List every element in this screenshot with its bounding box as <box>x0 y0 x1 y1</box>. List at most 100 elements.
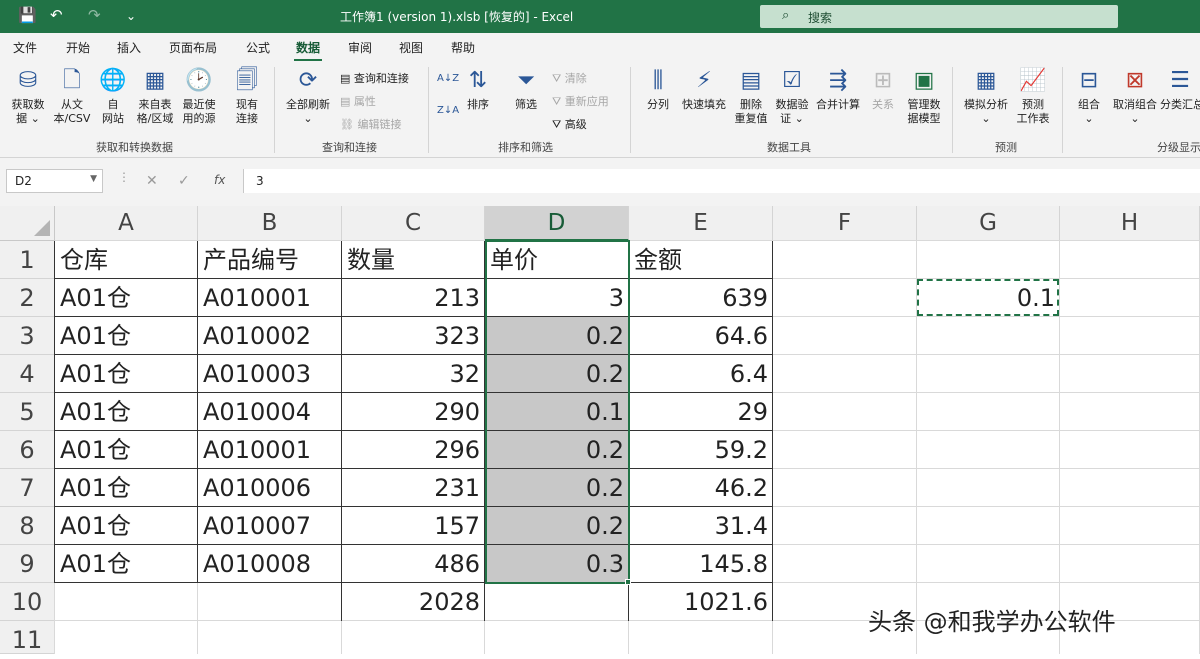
cell-a4[interactable]: A01仓 <box>55 355 198 393</box>
undo-icon[interactable]: ↶ <box>50 6 63 24</box>
cell-a1[interactable]: 仓库 <box>55 241 198 279</box>
cell-a7[interactable]: A01仓 <box>55 469 198 507</box>
filter-button[interactable]: ⏷ 筛选 <box>510 67 542 112</box>
row-header-2[interactable]: 2 <box>0 279 55 317</box>
recent-sources-button[interactable]: 🕑 最近使 用的源 <box>179 67 219 126</box>
spreadsheet-grid[interactable]: A B C D E F G H 1 2 3 4 5 6 7 8 9 10 11 … <box>0 206 1200 654</box>
flash-fill-button[interactable]: ⚡ 快速填充 <box>678 67 730 112</box>
cell-c1[interactable]: 数量 <box>342 241 485 279</box>
redo-icon[interactable]: ↷ <box>88 6 101 24</box>
cell-e8[interactable]: 31.4 <box>629 507 773 545</box>
relationships-button[interactable]: ⊞ 关系 <box>866 67 900 112</box>
cell-a3[interactable]: A01仓 <box>55 317 198 355</box>
cell-a8[interactable]: A01仓 <box>55 507 198 545</box>
column-header-f[interactable]: F <box>773 206 917 241</box>
cell-e9[interactable]: 145.8 <box>629 545 773 583</box>
cell-c6[interactable]: 296 <box>342 431 485 469</box>
cell-a6[interactable]: A01仓 <box>55 431 198 469</box>
what-if-analysis-button[interactable]: ▦ 模拟分析 ⌄ <box>961 67 1011 126</box>
search-input[interactable]: ⌕ 搜索 <box>760 5 1118 28</box>
cell-b8[interactable]: A010007 <box>198 507 342 545</box>
cell-a9[interactable]: A01仓 <box>55 545 198 583</box>
sort-button[interactable]: ⇅ 排序 <box>462 67 494 112</box>
formula-input[interactable]: 3 <box>243 169 1200 193</box>
cell-e5[interactable]: 29 <box>629 393 773 431</box>
enter-icon[interactable]: ✓ <box>178 173 190 189</box>
cell-c3[interactable]: 323 <box>342 317 485 355</box>
cell-c2[interactable]: 213 <box>342 279 485 317</box>
cell-b4[interactable]: A010003 <box>198 355 342 393</box>
tab-review[interactable]: 审阅 <box>348 39 372 56</box>
ungroup-button[interactable]: ⊠ 取消组合 ⌄ <box>1108 67 1162 126</box>
from-table-button[interactable]: ▦ 来自表 格/区域 <box>132 67 178 126</box>
fill-handle[interactable] <box>625 579 631 585</box>
row-header-10[interactable]: 10 <box>0 583 55 621</box>
row-header-6[interactable]: 6 <box>0 431 55 469</box>
tab-view[interactable]: 视图 <box>399 39 423 56</box>
cell-c9[interactable]: 486 <box>342 545 485 583</box>
cell-a2[interactable]: A01仓 <box>55 279 198 317</box>
manage-data-model-button[interactable]: ▣ 管理数 据模型 <box>904 67 944 126</box>
row-header-3[interactable]: 3 <box>0 317 55 355</box>
tab-insert[interactable]: 插入 <box>117 39 141 56</box>
row-header-5[interactable]: 5 <box>0 393 55 431</box>
from-text-csv-button[interactable]: 🗋 从文 本/CSV <box>50 67 94 126</box>
column-header-g[interactable]: G <box>917 206 1060 241</box>
data-validation-button[interactable]: ☑ 数据验 证 ⌄ <box>772 67 812 126</box>
remove-duplicates-button[interactable]: ▤ 删除 重复值 <box>732 67 770 126</box>
refresh-all-button[interactable]: ⟳ 全部刷新 ⌄ <box>282 67 334 126</box>
cell-e1[interactable]: 金额 <box>629 241 773 279</box>
cell-b2[interactable]: A010001 <box>198 279 342 317</box>
row-header-1[interactable]: 1 <box>0 241 55 279</box>
save-icon[interactable]: 💾 <box>18 6 37 24</box>
tab-page-layout[interactable]: 页面布局 <box>169 39 217 56</box>
tab-formulas[interactable]: 公式 <box>246 39 270 56</box>
cell-b1[interactable]: 产品编号 <box>198 241 342 279</box>
clear-filter-button[interactable]: ⛛ 清除 <box>552 70 587 86</box>
cell-b5[interactable]: A010004 <box>198 393 342 431</box>
cell-c7[interactable]: 231 <box>342 469 485 507</box>
group-button[interactable]: ⊟ 组合 ⌄ <box>1072 67 1106 126</box>
reapply-button[interactable]: ⛛ 重新应用 <box>552 93 609 109</box>
name-box[interactable]: D2 ▼ <box>6 169 103 193</box>
tab-file[interactable]: 文件 <box>13 39 37 56</box>
cell-c5[interactable]: 290 <box>342 393 485 431</box>
cell-a5[interactable]: A01仓 <box>55 393 198 431</box>
sort-descending-button[interactable]: Z↓A <box>437 105 459 116</box>
cell-e2[interactable]: 639 <box>629 279 773 317</box>
cell-b6[interactable]: A010001 <box>198 431 342 469</box>
text-to-columns-button[interactable]: ⫼ 分列 <box>641 67 675 112</box>
chevron-down-icon[interactable]: ▼ <box>90 174 97 184</box>
column-header-a[interactable]: A <box>55 206 198 241</box>
cell-e3[interactable]: 64.6 <box>629 317 773 355</box>
tab-help[interactable]: 帮助 <box>451 39 475 56</box>
row-header-9[interactable]: 9 <box>0 545 55 583</box>
column-header-e[interactable]: E <box>629 206 773 241</box>
subtotal-button[interactable]: ☰ 分类汇总 <box>1160 67 1200 112</box>
row-header-8[interactable]: 8 <box>0 507 55 545</box>
cell-c8[interactable]: 157 <box>342 507 485 545</box>
column-header-b[interactable]: B <box>198 206 342 241</box>
properties-button[interactable]: ▤ 属性 <box>340 93 376 109</box>
existing-connections-button[interactable]: 🗐 现有 连接 <box>229 67 265 126</box>
select-all-corner[interactable] <box>0 206 55 241</box>
row-header-4[interactable]: 4 <box>0 355 55 393</box>
edit-links-button[interactable]: ⛓ 编辑链接 <box>340 116 401 132</box>
cell-c10[interactable]: 2028 <box>342 583 485 621</box>
row-header-7[interactable]: 7 <box>0 469 55 507</box>
row-header-11[interactable]: 11 <box>0 621 55 654</box>
cell-e4[interactable]: 6.4 <box>629 355 773 393</box>
queries-connections-button[interactable]: ▤ 查询和连接 <box>340 70 409 86</box>
cell-b7[interactable]: A010006 <box>198 469 342 507</box>
advanced-filter-button[interactable]: ⛛ 高级 <box>552 116 587 132</box>
column-header-c[interactable]: C <box>342 206 485 241</box>
cell-b9[interactable]: A010008 <box>198 545 342 583</box>
consolidate-button[interactable]: ⇶ 合并计算 <box>813 67 863 112</box>
insert-function-button[interactable]: fx <box>214 173 225 187</box>
column-header-h[interactable]: H <box>1060 206 1200 241</box>
cell-b3[interactable]: A010002 <box>198 317 342 355</box>
tab-home[interactable]: 开始 <box>66 39 90 56</box>
cancel-icon[interactable]: ✕ <box>146 173 158 189</box>
tab-data[interactable]: 数据 <box>293 39 323 62</box>
from-web-button[interactable]: 🌐 自 网站 <box>96 67 130 126</box>
